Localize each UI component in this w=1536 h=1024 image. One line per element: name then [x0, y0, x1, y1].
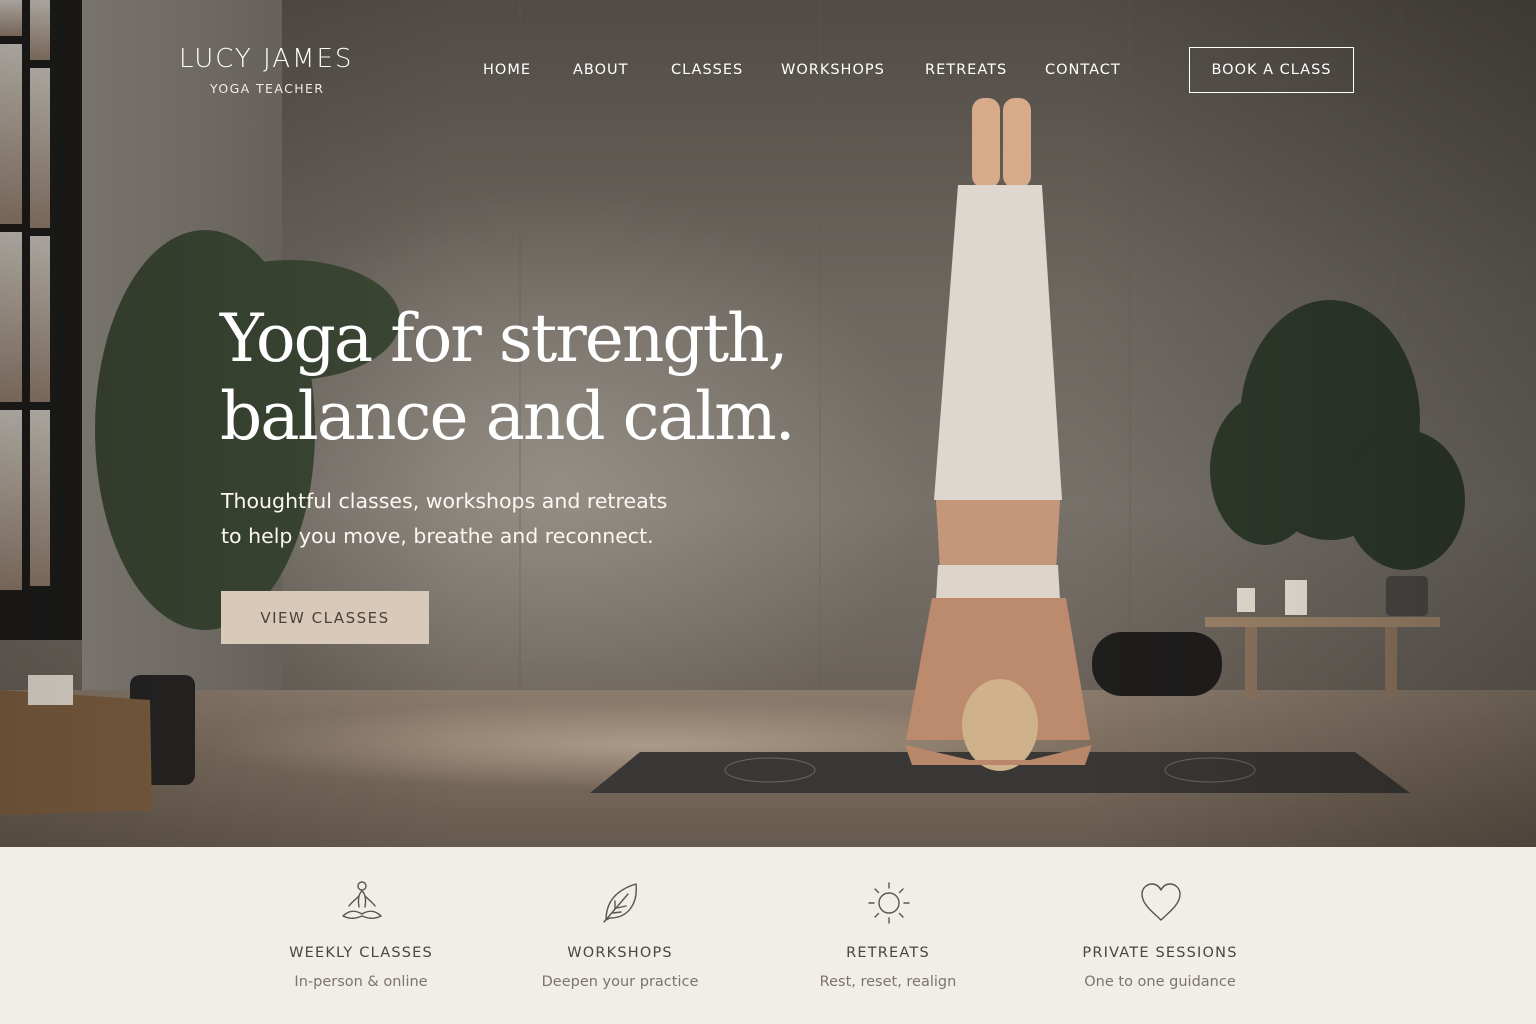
- nav-item-contact[interactable]: CONTACT: [1045, 62, 1121, 78]
- hero-headline: Yoga for strength, balance and calm.: [220, 300, 840, 456]
- feature-title: RETREATS: [846, 945, 930, 961]
- nav-item-home[interactable]: HOME: [483, 62, 531, 78]
- meditation-icon: [342, 881, 382, 919]
- feature-title: WEEKLY CLASSES: [289, 945, 433, 961]
- heart-icon: [1141, 883, 1181, 921]
- hero-headline-line-2: balance and calm.: [220, 378, 796, 455]
- book-a-class-button[interactable]: BOOK A CLASS: [1189, 47, 1354, 93]
- hero-subtext-line-2: to help you move, breathe and reconnect.: [221, 524, 654, 548]
- hero-headline-line-1: Yoga for strength,: [220, 300, 789, 377]
- logo-tagline: YOGA TEACHER: [210, 81, 325, 96]
- view-classes-button[interactable]: VIEW CLASSES: [221, 591, 429, 644]
- hero-section: LUCY JAMES YOGA TEACHER HOME ABOUT CLASS…: [0, 0, 1536, 847]
- nav-item-classes[interactable]: CLASSES: [671, 62, 743, 78]
- features-section: WEEKLY CLASSES In-person & online WORKSH…: [0, 847, 1536, 1024]
- feature-subtitle: In-person & online: [294, 974, 428, 990]
- sun-icon: [868, 882, 910, 924]
- nav-item-about[interactable]: ABOUT: [573, 62, 629, 78]
- hero-subtext: Thoughtful classes, workshops and retrea…: [221, 484, 741, 554]
- nav-item-workshops[interactable]: WORKSHOPS: [781, 62, 885, 78]
- hero-subtext-line-1: Thoughtful classes, workshops and retrea…: [221, 489, 668, 513]
- leaf-icon: [603, 883, 637, 923]
- feature-title: PRIVATE SESSIONS: [1082, 945, 1238, 961]
- logo-name[interactable]: LUCY JAMES: [179, 44, 354, 74]
- feature-subtitle: Rest, reset, realign: [819, 974, 957, 990]
- nav-item-retreats[interactable]: RETREATS: [925, 62, 1007, 78]
- feature-subtitle: One to one guidance: [1084, 974, 1236, 990]
- feature-title: WORKSHOPS: [567, 945, 673, 961]
- feature-subtitle: Deepen your practice: [541, 974, 699, 990]
